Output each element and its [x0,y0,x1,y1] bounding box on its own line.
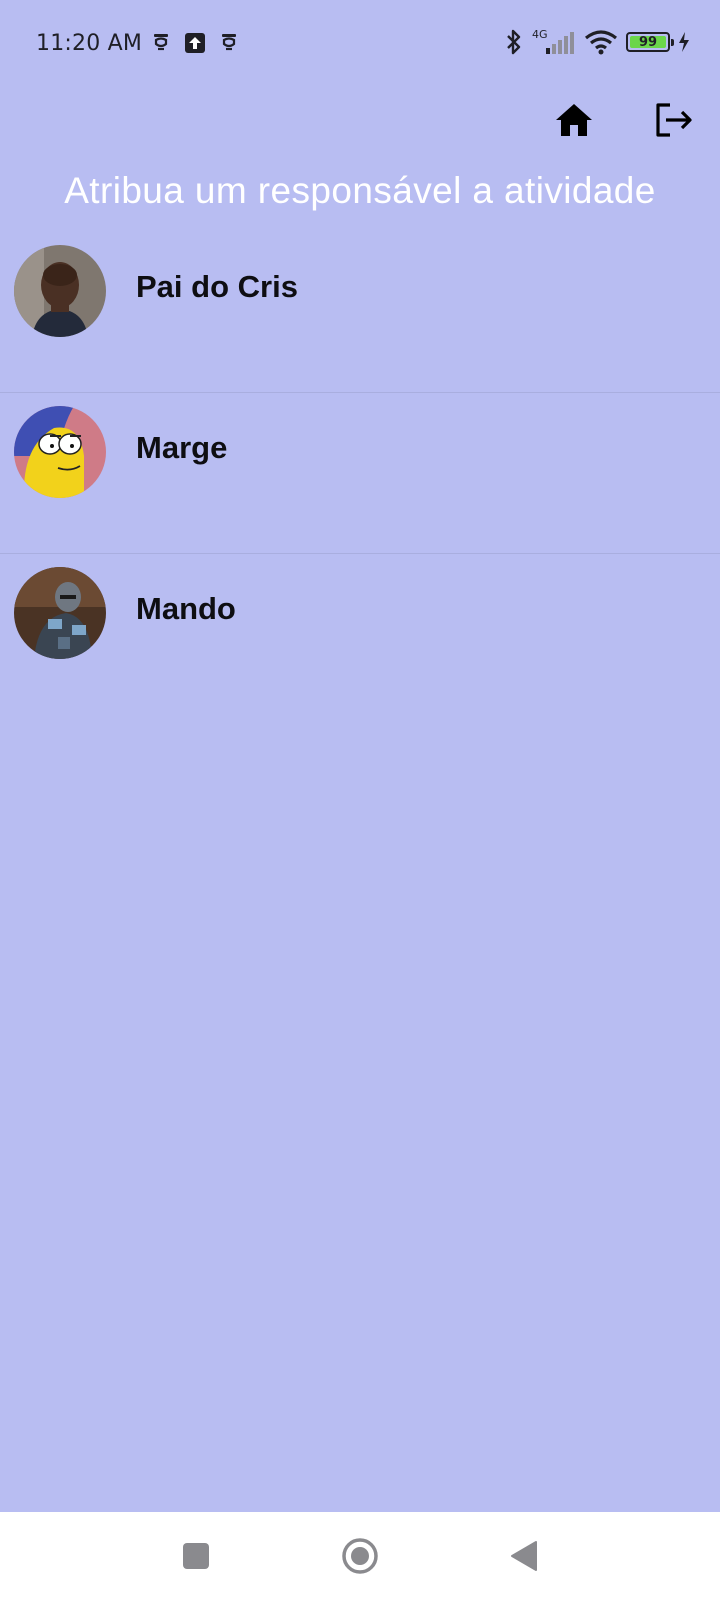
responsible-list: Pai do Cris Marge Mando [0,232,720,714]
system-icons: 4G 99 [504,28,690,56]
page-title: Atribua um responsável a atividade [64,170,656,211]
back-triangle-icon [511,1541,537,1571]
status-time: 11:20 AM [36,31,143,56]
signal-icon: 4G [532,28,574,54]
person-name: Mando [136,591,236,626]
person-name: Marge [136,430,228,465]
sync-icon [154,34,168,51]
person-name: Pai do Cris [136,269,298,304]
avatar-photo-man [14,245,106,337]
charging-icon [679,32,689,52]
network-type-label: 4G [532,28,548,41]
sync-icon [222,34,236,51]
home-button[interactable] [552,98,596,142]
battery-cap [671,39,674,46]
logout-icon [656,103,692,137]
wifi-icon [585,30,617,55]
list-item[interactable]: Marge [0,393,720,554]
recents-button[interactable] [174,1534,218,1578]
recents-square-icon [183,1543,209,1569]
list-item[interactable]: Mando [0,554,720,714]
upload-icon [185,33,205,53]
system-navigation-bar [0,1512,720,1600]
status-bar: 11:20 AM 4G 99 [0,0,720,90]
back-button[interactable] [502,1534,546,1578]
avatar [14,567,106,659]
avatar-cartoon-marge [14,406,106,498]
app-bar-actions [552,98,696,142]
battery-indicator: 99 [626,32,674,52]
battery-level: 99 [630,35,666,50]
home-circle-icon [342,1538,378,1574]
avatar [14,406,106,498]
logout-button[interactable] [652,98,696,142]
home-nav-button[interactable] [338,1534,382,1578]
notification-icons [150,32,240,54]
avatar [14,245,106,337]
home-icon [556,104,592,136]
list-item[interactable]: Pai do Cris [0,232,720,393]
avatar-armored-figure [14,567,106,659]
bluetooth-icon [507,29,521,55]
